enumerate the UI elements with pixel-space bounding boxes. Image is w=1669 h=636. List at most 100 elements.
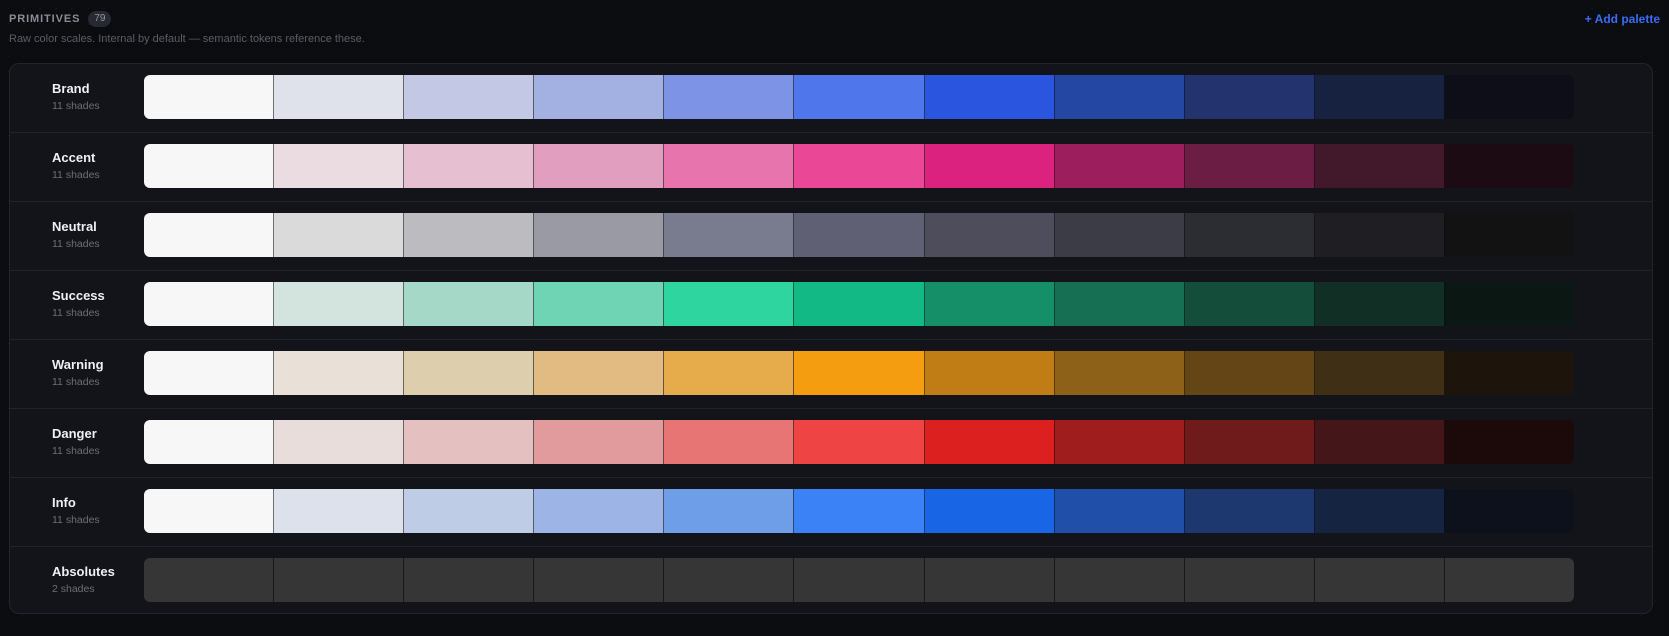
color-swatch[interactable]: [924, 75, 1055, 119]
palette-row-danger: Danger 11 shades: [10, 409, 1652, 478]
color-swatch[interactable]: [1054, 420, 1185, 464]
color-swatch[interactable]: [404, 75, 535, 119]
color-swatch[interactable]: [144, 213, 275, 257]
color-swatch[interactable]: [1184, 558, 1315, 602]
color-swatch[interactable]: [144, 282, 275, 326]
color-swatch[interactable]: [404, 144, 535, 188]
color-swatch[interactable]: [1184, 351, 1315, 395]
color-swatch[interactable]: [274, 213, 405, 257]
color-swatch[interactable]: [1444, 351, 1574, 395]
color-swatch[interactable]: [1184, 489, 1315, 533]
color-swatch[interactable]: [794, 351, 925, 395]
color-swatch[interactable]: [664, 420, 795, 464]
color-swatch[interactable]: [794, 144, 925, 188]
color-swatch[interactable]: [1314, 213, 1445, 257]
color-swatch[interactable]: [534, 213, 665, 257]
color-swatch[interactable]: [534, 420, 665, 464]
color-swatch[interactable]: [534, 144, 665, 188]
color-swatch[interactable]: [274, 558, 405, 602]
color-swatch[interactable]: [1054, 351, 1185, 395]
color-swatch[interactable]: [144, 558, 275, 602]
color-swatch[interactable]: [924, 282, 1055, 326]
color-swatch[interactable]: [1314, 75, 1445, 119]
palette-shade-count: 11 shades: [52, 376, 100, 388]
color-swatch[interactable]: [404, 420, 535, 464]
color-swatch[interactable]: [404, 489, 535, 533]
color-swatch[interactable]: [664, 75, 795, 119]
color-swatch[interactable]: [1314, 351, 1445, 395]
color-swatch[interactable]: [1184, 282, 1315, 326]
color-swatch[interactable]: [794, 282, 925, 326]
color-swatch[interactable]: [924, 351, 1055, 395]
color-swatch[interactable]: [1054, 489, 1185, 533]
color-swatch[interactable]: [1314, 558, 1445, 602]
swatch-strip: [144, 489, 1574, 533]
color-swatch[interactable]: [794, 558, 925, 602]
color-swatch[interactable]: [274, 489, 405, 533]
color-swatch[interactable]: [404, 558, 535, 602]
color-swatch[interactable]: [924, 420, 1055, 464]
color-swatch[interactable]: [1444, 420, 1574, 464]
color-swatch[interactable]: [144, 489, 275, 533]
color-swatch[interactable]: [274, 420, 405, 464]
color-swatch[interactable]: [534, 282, 665, 326]
color-swatch[interactable]: [1314, 144, 1445, 188]
color-swatch[interactable]: [534, 351, 665, 395]
palette-shade-count: 11 shades: [52, 238, 100, 250]
palette-name: Danger: [52, 426, 97, 441]
color-swatch[interactable]: [924, 558, 1055, 602]
palette-shade-count: 11 shades: [52, 100, 100, 112]
color-swatch[interactable]: [794, 489, 925, 533]
color-swatch[interactable]: [924, 213, 1055, 257]
color-swatch[interactable]: [924, 489, 1055, 533]
color-swatch[interactable]: [1054, 144, 1185, 188]
color-swatch[interactable]: [274, 75, 405, 119]
color-swatch[interactable]: [144, 144, 275, 188]
color-swatch[interactable]: [664, 351, 795, 395]
color-swatch[interactable]: [1054, 75, 1185, 119]
swatch-strip: [144, 144, 1574, 188]
color-swatch[interactable]: [664, 489, 795, 533]
color-swatch[interactable]: [274, 351, 405, 395]
palette-name: Warning: [52, 357, 104, 372]
color-swatch[interactable]: [1184, 144, 1315, 188]
color-swatch[interactable]: [1184, 420, 1315, 464]
palette-row-warning: Warning 11 shades: [10, 340, 1652, 409]
color-swatch[interactable]: [144, 75, 275, 119]
color-swatch[interactable]: [794, 213, 925, 257]
color-swatch[interactable]: [664, 558, 795, 602]
color-swatch[interactable]: [924, 144, 1055, 188]
color-swatch[interactable]: [404, 282, 535, 326]
color-swatch[interactable]: [274, 282, 405, 326]
color-swatch[interactable]: [1444, 489, 1574, 533]
color-swatch[interactable]: [1054, 282, 1185, 326]
color-swatch[interactable]: [1444, 213, 1574, 257]
color-swatch[interactable]: [534, 75, 665, 119]
color-swatch[interactable]: [274, 144, 405, 188]
color-swatch[interactable]: [404, 351, 535, 395]
color-swatch[interactable]: [1314, 282, 1445, 326]
color-swatch[interactable]: [404, 213, 535, 257]
color-swatch[interactable]: [1314, 420, 1445, 464]
palette-name: Info: [52, 495, 76, 510]
color-swatch[interactable]: [664, 144, 795, 188]
color-swatch[interactable]: [534, 558, 665, 602]
palette-row-neutral: Neutral 11 shades: [10, 202, 1652, 271]
color-swatch[interactable]: [1054, 558, 1185, 602]
color-swatch[interactable]: [144, 420, 275, 464]
color-swatch[interactable]: [1444, 558, 1574, 602]
color-swatch[interactable]: [1444, 144, 1574, 188]
color-swatch[interactable]: [1444, 75, 1574, 119]
color-swatch[interactable]: [144, 351, 275, 395]
color-swatch[interactable]: [1184, 213, 1315, 257]
color-swatch[interactable]: [1444, 282, 1574, 326]
color-swatch[interactable]: [664, 213, 795, 257]
add-palette-button[interactable]: + Add palette: [1585, 12, 1660, 26]
color-swatch[interactable]: [1054, 213, 1185, 257]
color-swatch[interactable]: [1314, 489, 1445, 533]
color-swatch[interactable]: [1184, 75, 1315, 119]
color-swatch[interactable]: [794, 420, 925, 464]
color-swatch[interactable]: [794, 75, 925, 119]
color-swatch[interactable]: [664, 282, 795, 326]
color-swatch[interactable]: [534, 489, 665, 533]
